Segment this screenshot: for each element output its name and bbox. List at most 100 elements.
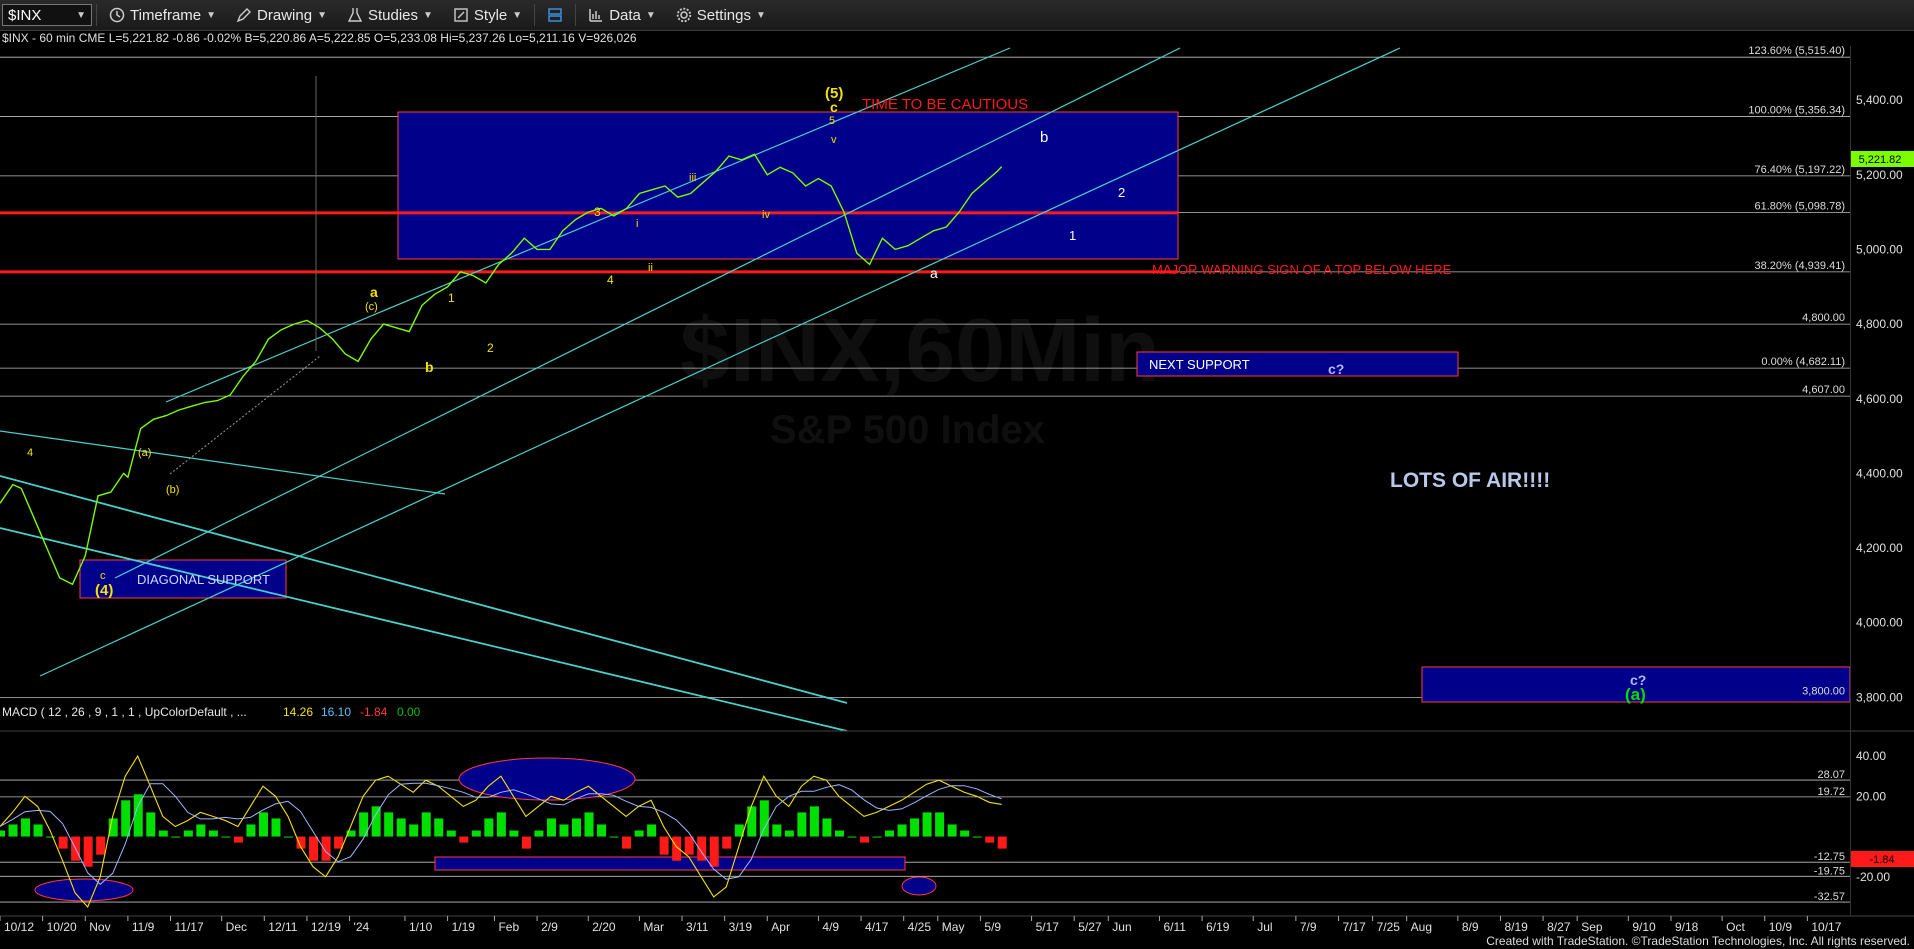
macd-hist-bar xyxy=(183,830,193,837)
wave-3-label: 3 xyxy=(594,205,601,219)
time-axis-tick: Jul xyxy=(1257,920,1272,934)
wave-ii-label: ii xyxy=(648,262,653,274)
wave-c-paren-label: (c) xyxy=(365,301,378,313)
watermark: $INX,60Min S&P 500 Index xyxy=(680,301,1160,452)
settings-menu[interactable]: Settings ▼ xyxy=(668,2,774,28)
next-support-label: NEXT SUPPORT xyxy=(1149,357,1250,372)
chevron-down-icon: ▼ xyxy=(755,9,766,21)
layout-button[interactable] xyxy=(539,2,571,28)
macd-hist-bar xyxy=(910,818,920,837)
time-axis-tick: Feb xyxy=(498,920,519,934)
macd-hist-bar xyxy=(146,812,156,837)
macd-axis-tick: -20.00 xyxy=(1856,870,1890,884)
time-cautious-label: TIME TO BE CAUTIOUS xyxy=(862,96,1028,113)
chevron-down-icon: ▼ xyxy=(76,9,86,21)
macd-hist-bar xyxy=(747,806,757,837)
annotation-boxes xyxy=(79,111,1851,703)
macd-hist-bar xyxy=(196,824,206,837)
macd-hist-bar xyxy=(434,818,444,837)
price-level-label: 76.40% (5,197.22) xyxy=(1754,164,1845,176)
macd-hist-bar xyxy=(446,830,456,837)
time-axis-tick: 10/9 xyxy=(1769,920,1793,934)
studies-label: Studies xyxy=(367,6,419,24)
drawing-menu[interactable]: Drawing ▼ xyxy=(228,2,335,28)
macd-hist-bar xyxy=(647,824,657,837)
trend-upper-downline xyxy=(0,430,446,495)
time-axis-tick: 8/19 xyxy=(1504,920,1528,934)
macd-hist-bar xyxy=(33,824,43,837)
wave-2-yellow-label: 2 xyxy=(487,341,494,355)
macd-hist-bar xyxy=(759,800,769,837)
wave-b-label: b xyxy=(425,359,434,375)
flask-icon xyxy=(347,8,363,22)
symbol-field[interactable]: $INX ▼ xyxy=(2,4,92,26)
macd-hist-bar xyxy=(784,830,794,837)
time-axis-tick: 4/17 xyxy=(865,920,889,934)
wave-c-label: c xyxy=(830,99,838,115)
macd-hist-bar xyxy=(246,824,256,837)
macd-hist-bar xyxy=(384,812,394,837)
price-level-label: 4,607.00 xyxy=(1802,384,1845,396)
macd-last-label: -1.84 xyxy=(1869,854,1894,866)
style-menu[interactable]: Style ▼ xyxy=(445,2,530,28)
macd-hist-bar xyxy=(208,830,218,837)
time-axis-tick: Nov xyxy=(89,920,110,934)
macd-hist-bar xyxy=(309,836,319,861)
timeframe-menu[interactable]: Timeframe ▼ xyxy=(101,2,224,28)
time-axis-tick: 3/19 xyxy=(729,920,753,934)
macd-hist-bar xyxy=(847,836,857,838)
macd-hist-bar xyxy=(171,836,181,838)
time-axis-tick: Mar xyxy=(643,920,664,934)
macd-hist-bar xyxy=(221,836,231,838)
price-axis-tick: 4,800.00 xyxy=(1856,317,1903,331)
macd-hist-bar xyxy=(459,836,469,843)
macd-hist-bar xyxy=(283,836,293,838)
macd-hist-bar xyxy=(96,836,106,855)
wave-4-label: 4 xyxy=(607,273,614,287)
wave-a-paren-label: (a) xyxy=(138,447,151,459)
chevron-down-icon: ▼ xyxy=(645,9,656,21)
wave-iv-label: iv xyxy=(762,209,770,221)
separator xyxy=(575,4,577,26)
macd-hist-bar xyxy=(46,836,56,838)
wave-v-label: v xyxy=(831,134,837,146)
macd-hist-bar xyxy=(609,836,619,838)
macd-hist-bar xyxy=(83,836,93,867)
chart-canvas[interactable]: $INX - 60 min CME L=5,221.82 -0.86 -0.02… xyxy=(0,31,1914,949)
time-axis-tick: 2/20 xyxy=(592,920,616,934)
time-axis-tick: 6/11 xyxy=(1163,920,1186,934)
gear-icon xyxy=(676,7,691,23)
price-axis-tick: 4,400.00 xyxy=(1856,466,1903,480)
wave-a-low-label: a xyxy=(930,265,938,281)
time-axis-tick: 12/11 xyxy=(268,920,297,934)
macd-hist-bar xyxy=(271,818,281,837)
macd-hist-bar xyxy=(822,818,832,837)
time-axis-tick: Sep xyxy=(1581,920,1603,934)
macd-value-1: 14.26 xyxy=(283,705,313,719)
macd-hist-bar xyxy=(947,824,957,837)
macd-hist-bar xyxy=(584,812,594,837)
bar-chart-icon xyxy=(589,9,603,22)
separator xyxy=(96,4,97,26)
toolbar: $INX ▼ Timeframe ▼ Drawing ▼ Studies ▼ S… xyxy=(0,0,1914,31)
last-price-label: 5,221.82 xyxy=(1859,154,1902,166)
style-icon xyxy=(454,8,468,22)
macd-hist-bar xyxy=(546,818,556,837)
time-axis-tick: 11/17 xyxy=(175,920,204,934)
macd-hist-bar xyxy=(672,836,682,861)
time-axis-tick: Dec xyxy=(226,920,247,934)
macd-hist-bar xyxy=(872,836,882,838)
macd-hist-bar xyxy=(571,818,581,837)
macd-hist-bar xyxy=(859,836,869,843)
macd-blue-box xyxy=(434,856,906,871)
macd-header: MACD ( 12 , 26 , 9 , 1 , 1 , UpColorDefa… xyxy=(2,705,421,719)
studies-menu[interactable]: Studies ▼ xyxy=(339,2,441,28)
blue-resistance-box xyxy=(397,111,1179,260)
time-axis-tick: 10/20 xyxy=(47,920,77,934)
chevron-down-icon: ▼ xyxy=(317,9,327,21)
time-axis-tick: May xyxy=(942,920,965,934)
trend-lower-downline xyxy=(0,527,848,731)
macd-hist-bar xyxy=(772,824,782,837)
macd-hist-bar xyxy=(258,812,268,837)
data-menu[interactable]: Data ▼ xyxy=(580,2,664,28)
